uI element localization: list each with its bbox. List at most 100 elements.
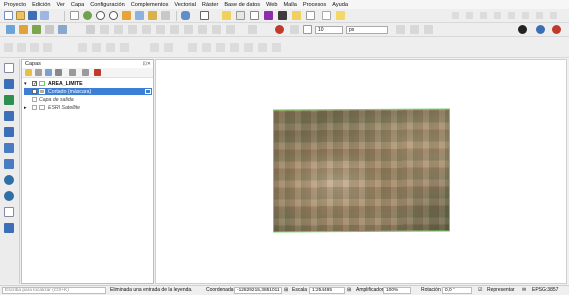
redo-icon[interactable] [226, 25, 235, 34]
snapping-icon[interactable] [396, 25, 405, 34]
map-canvas[interactable] [155, 59, 567, 284]
save-edits-icon[interactable] [100, 25, 109, 34]
pin-labels-icon[interactable] [216, 43, 225, 52]
layer-visibility-checkbox[interactable]: ✓ [32, 89, 37, 95]
change-label-icon[interactable] [303, 25, 312, 34]
panel-close-icon[interactable]: ⊡✕ [143, 61, 151, 67]
size-value-field[interactable]: 10 [315, 26, 343, 34]
undo-icon[interactable] [212, 25, 221, 34]
layer-item-capa-salida[interactable]: Capa de salida [24, 96, 152, 103]
cut-features-icon[interactable] [170, 25, 179, 34]
menu-base-de-datos[interactable]: Base de datos [224, 2, 260, 8]
measure-icon[interactable] [278, 11, 287, 20]
expand-all-icon[interactable] [69, 69, 76, 76]
magnifier-field[interactable]: 100% [383, 287, 411, 294]
menu-ayuda[interactable]: Ayuda [332, 2, 348, 8]
move-label-icon[interactable] [244, 43, 253, 52]
new-project-icon[interactable] [4, 11, 13, 20]
menu-web[interactable]: Web [266, 2, 277, 8]
layer-item-esri-satellite[interactable]: ▸ ESRI Satellite [24, 104, 152, 111]
add-group-icon[interactable] [35, 69, 42, 76]
data-source-manager-icon[interactable] [6, 25, 15, 34]
layer-visibility-checkbox[interactable] [32, 97, 37, 102]
pan-hand-icon[interactable] [70, 11, 79, 20]
save-project-icon[interactable] [28, 11, 37, 20]
collapse-all-icon[interactable] [82, 69, 89, 76]
add-vector-layer-icon[interactable] [19, 25, 28, 34]
menu-raster[interactable]: Ráster [202, 2, 218, 8]
plugin-icon[interactable] [536, 25, 545, 34]
menu-complementos[interactable]: Complementos [131, 2, 169, 8]
merge-feature-icon[interactable] [536, 12, 543, 19]
add-vector-icon[interactable] [4, 63, 14, 73]
text-annotation-icon[interactable] [306, 11, 315, 20]
rotate-label-icon[interactable] [275, 25, 284, 34]
identify-features-icon[interactable] [200, 11, 209, 20]
expand-arrow-icon[interactable]: ▸ [24, 105, 32, 111]
new-map-view-icon[interactable] [322, 11, 331, 20]
coordinate-field[interactable]: -12829215,3851011 [234, 287, 282, 294]
menu-configuracion[interactable]: Configuración [90, 2, 125, 8]
copy-features-icon[interactable] [184, 25, 193, 34]
messages-icon[interactable]: ✉ [522, 287, 526, 294]
show-hide-labels-icon[interactable] [230, 43, 239, 52]
add-wfs-icon[interactable] [4, 223, 14, 233]
rotation-field[interactable]: 0,0 ° [442, 287, 472, 294]
menu-malla[interactable]: Malla [284, 2, 297, 8]
add-polygon-icon[interactable] [128, 25, 137, 34]
add-delimited-text-icon[interactable] [58, 25, 67, 34]
layer-indicator-icon[interactable] [145, 89, 151, 94]
menu-vectorial[interactable]: Vectorial [174, 2, 195, 8]
delete-ring-icon[interactable] [550, 12, 557, 19]
add-feature-icon[interactable] [480, 12, 487, 19]
open-layer-styling-icon[interactable] [25, 69, 32, 76]
zoom-to-selection-icon[interactable] [135, 11, 144, 20]
rotate-feature-icon[interactable] [508, 12, 515, 19]
scale-lock-icon[interactable]: ⊞ [284, 287, 288, 294]
bookmark-icon[interactable] [336, 11, 345, 20]
rotate-point-icon[interactable] [188, 43, 197, 52]
expand-arrow-icon[interactable]: ▾ [24, 81, 32, 87]
add-wcs-icon[interactable] [4, 191, 14, 201]
field-calculator-icon[interactable] [250, 11, 259, 20]
add-wms-layer-icon[interactable] [45, 25, 54, 34]
delete-selected-icon[interactable] [156, 25, 165, 34]
rotate-diagram-icon[interactable] [258, 43, 267, 52]
add-raster-icon[interactable] [4, 79, 14, 89]
reshape-icon[interactable] [17, 43, 26, 52]
label-options-icon[interactable] [290, 25, 299, 34]
layer-visibility-checkbox[interactable] [32, 105, 37, 110]
magnifier-lock-icon[interactable]: ⊞ [347, 287, 351, 294]
offset-point-icon[interactable] [202, 43, 211, 52]
add-wms-icon[interactable] [4, 175, 14, 185]
fill-ring-icon[interactable] [106, 43, 115, 52]
simplify-icon[interactable] [43, 43, 52, 52]
add-spatialite-icon[interactable] [4, 95, 14, 105]
render-checkbox[interactable]: ☑ [478, 287, 482, 294]
zoom-in-icon[interactable] [96, 11, 105, 20]
vertex-editor-icon[interactable] [4, 43, 13, 52]
move-feature-icon[interactable] [494, 12, 501, 19]
tracing-icon[interactable] [410, 25, 419, 34]
map-tips-icon[interactable] [292, 11, 301, 20]
layer-visibility-checkbox[interactable]: ✓ [32, 81, 37, 87]
menu-edicion[interactable]: Edición [32, 2, 50, 8]
toggle-editing-icon[interactable] [86, 25, 95, 34]
locator-search-input[interactable]: Escriba para localizar (Ctrl+K) [2, 287, 106, 294]
zoom-to-layer-icon[interactable] [148, 11, 157, 20]
network-icon[interactable] [552, 25, 561, 34]
zoom-out-icon[interactable] [109, 11, 118, 20]
zoom-full-icon[interactable] [122, 11, 131, 20]
add-part-icon[interactable] [92, 43, 101, 52]
layer-item-area-limite[interactable]: ▾ ✓ AREA_LIMITE [24, 80, 152, 87]
pencil-icon[interactable] [114, 25, 123, 34]
size-unit-select[interactable]: px [346, 26, 388, 34]
filter-legend-icon[interactable] [55, 69, 62, 76]
add-ring-icon[interactable] [78, 43, 87, 52]
attribute-table-icon[interactable] [236, 11, 245, 20]
open-project-icon[interactable] [16, 11, 25, 20]
add-postgis-icon[interactable] [4, 111, 14, 121]
delete-part-icon[interactable] [120, 43, 129, 52]
change-diagram-icon[interactable] [272, 43, 281, 52]
save-as-icon[interactable] [40, 11, 49, 20]
